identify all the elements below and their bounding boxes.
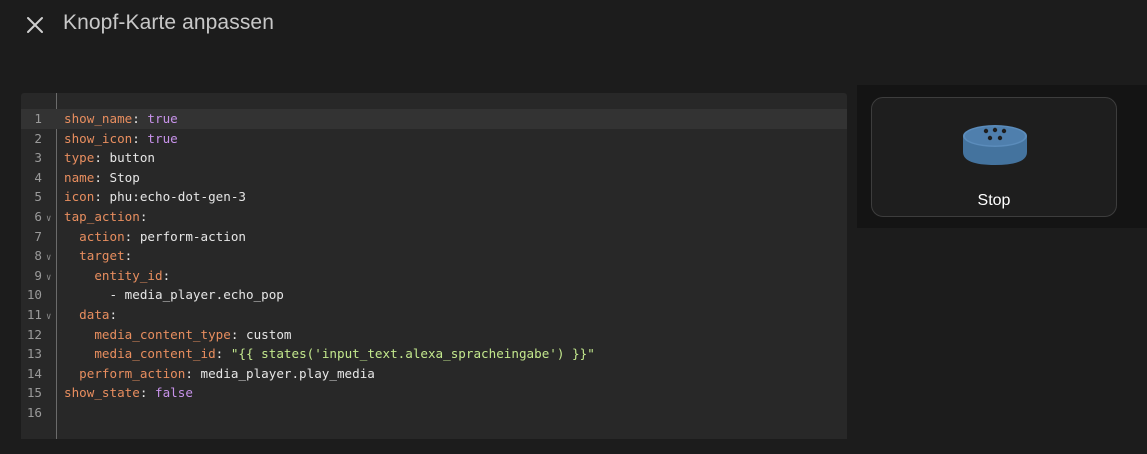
line-number: 4	[34, 169, 42, 185]
code-token: type	[64, 150, 95, 166]
code-token: media_content_type	[94, 326, 231, 342]
close-button[interactable]	[20, 10, 50, 40]
code-token: : custom	[230, 326, 292, 342]
code-token: true	[147, 130, 178, 146]
line-code: media_content_type: custom	[64, 325, 292, 345]
code-token: :	[139, 385, 155, 401]
button-card[interactable]: Stop	[871, 97, 1117, 217]
code-line[interactable]: 2 show_icon: true	[21, 129, 847, 149]
code-token: false	[155, 385, 193, 401]
line-number: 16	[26, 405, 42, 420]
code-token: name	[64, 169, 95, 185]
code-token: :	[162, 267, 171, 283]
code-line[interactable]: 14 perform_action: media_player.play_med…	[21, 364, 847, 384]
line-number: 7	[34, 228, 42, 244]
code-token: perform_action	[79, 365, 186, 381]
line-code: target:	[64, 246, 132, 266]
code-token: icon	[64, 189, 95, 205]
code-token: :	[132, 130, 148, 146]
code-line[interactable]: 10 - media_player.echo_pop	[21, 285, 847, 305]
code-line[interactable]: 1 show_name: true	[21, 109, 847, 129]
code-token: show_state	[64, 385, 140, 401]
line-number: 2	[34, 130, 42, 146]
code-line[interactable]: 3 type: button	[21, 148, 847, 168]
line-code: entity_id:	[64, 266, 170, 286]
close-icon	[27, 17, 43, 33]
code-line[interactable]: 7 action: perform-action	[21, 227, 847, 247]
code-token: true	[147, 111, 178, 126]
line-code: show_state: false	[64, 383, 193, 403]
line-number: 1	[34, 111, 42, 126]
code-token: target	[79, 248, 125, 264]
code-line[interactable]: 6 ∨ tap_action:	[21, 207, 847, 227]
line-code: type: button	[64, 148, 155, 168]
code-token: : perform-action	[124, 228, 246, 244]
line-number: 15	[26, 385, 42, 401]
line-code: icon: phu:echo-dot-gen-3	[64, 187, 246, 207]
code-token: "{{ states('input_text.alexa_spracheinga…	[230, 346, 595, 362]
line-code: tap_action:	[64, 207, 147, 227]
line-number: 3	[34, 150, 42, 166]
code-token: :	[215, 346, 231, 362]
code-line[interactable]: 13 media_content_id: "{{ states('input_t…	[21, 344, 847, 364]
line-number: 8	[34, 248, 42, 264]
code-token: : media_player.play_media	[185, 365, 375, 381]
line-code: perform_action: media_player.play_media	[64, 364, 375, 384]
echo-dot-icon	[963, 125, 1027, 165]
dialog-header: Knopf-Karte anpassen	[0, 0, 1147, 56]
code-token: : phu:echo-dot-gen-3	[94, 189, 246, 205]
code-line[interactable]: 15 show_state: false	[21, 383, 847, 403]
code-token: - media_player.echo_pop	[64, 287, 284, 303]
line-number: 6	[34, 209, 42, 224]
code-line[interactable]: 11 ∨ data:	[21, 305, 847, 325]
code-token: tap_action	[64, 209, 140, 224]
code-token: show_name	[64, 111, 133, 126]
code-token: data	[79, 307, 110, 322]
line-code: data:	[64, 305, 117, 325]
line-number: 11	[26, 307, 42, 322]
line-number: 12	[26, 326, 42, 342]
code-token: :	[132, 111, 148, 126]
code-line[interactable]: 4 name: Stop	[21, 168, 847, 188]
code-token: :	[124, 248, 133, 264]
line-code: - media_player.echo_pop	[64, 285, 284, 305]
dialog-title: Knopf-Karte anpassen	[63, 11, 274, 34]
line-number: 10	[26, 287, 42, 303]
line-code: action: perform-action	[64, 227, 246, 247]
code-token: media_content_id	[94, 346, 216, 362]
code-line[interactable]: 5 icon: phu:echo-dot-gen-3	[21, 187, 847, 207]
code-token: : Stop	[94, 169, 140, 185]
code-token: entity_id	[94, 267, 163, 283]
line-number: 5	[34, 189, 42, 205]
line-number: 9	[34, 267, 42, 283]
line-code: media_content_id: "{{ states('input_text…	[64, 344, 595, 364]
line-code: name: Stop	[64, 168, 140, 188]
code-line[interactable]: 8 ∨ target:	[21, 246, 847, 266]
yaml-code-editor[interactable]: 1 show_name: true 2 show_icon: true 3 type: b…	[21, 93, 847, 439]
code-token: :	[109, 307, 118, 322]
line-code: show_name: true	[64, 109, 178, 129]
code-token: show_icon	[64, 130, 133, 146]
code-token: : button	[94, 150, 156, 166]
code-token: :	[139, 209, 148, 224]
code-line[interactable]: 16	[21, 403, 847, 423]
card-preview: Stop	[857, 85, 1147, 228]
code-line[interactable]: 9 ∨ entity_id:	[21, 266, 847, 286]
code-line[interactable]: 12 media_content_type: custom	[21, 325, 847, 345]
line-number: 14	[26, 365, 42, 381]
line-code: show_icon: true	[64, 129, 178, 149]
code-token: action	[79, 228, 125, 244]
card-label: Stop	[977, 192, 1011, 209]
line-number: 13	[26, 346, 42, 362]
